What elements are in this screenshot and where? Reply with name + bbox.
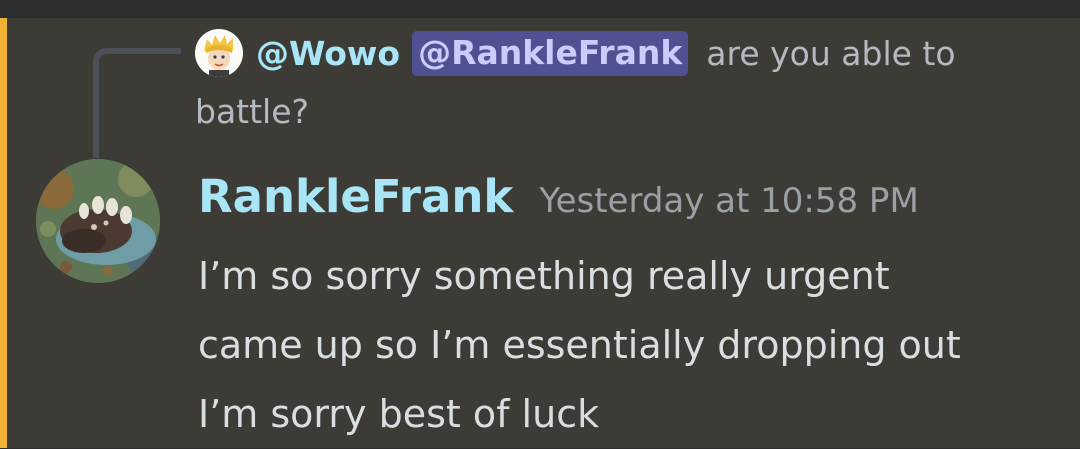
- message-line: came up so I’m essentially dropping out: [198, 323, 961, 367]
- message-line: I’m so sorry something really urgent: [198, 254, 890, 298]
- reply-text-continued: battle?: [195, 92, 310, 131]
- message-header: RankleFrank Yesterday at 10:58 PM: [198, 170, 919, 223]
- reply-preview[interactable]: @Wowo @RankleFrank are you able to: [256, 28, 956, 78]
- message-timestamp[interactable]: Yesterday at 10:58 PM: [539, 181, 918, 221]
- message-line: I’m sorry best of luck: [198, 392, 600, 436]
- message-item[interactable]: @Wowo @RankleFrank are you able to battl…: [0, 18, 1080, 448]
- reply-spine-connector: [93, 48, 181, 158]
- reply-author-avatar[interactable]: [195, 29, 243, 77]
- creature-avatar-icon: [36, 159, 160, 283]
- author-name[interactable]: RankleFrank: [198, 170, 513, 223]
- top-divider-strip: [0, 0, 1080, 18]
- cartoon-avatar-icon: [195, 29, 243, 77]
- user-mention[interactable]: @RankleFrank: [412, 30, 689, 76]
- reply-text: are you able to: [706, 33, 956, 73]
- message-content: I’m so sorry something really urgent cam…: [198, 242, 961, 449]
- author-avatar[interactable]: [36, 159, 160, 283]
- reply-author-name[interactable]: @Wowo: [256, 34, 400, 73]
- mention-highlight-bar: [0, 18, 7, 448]
